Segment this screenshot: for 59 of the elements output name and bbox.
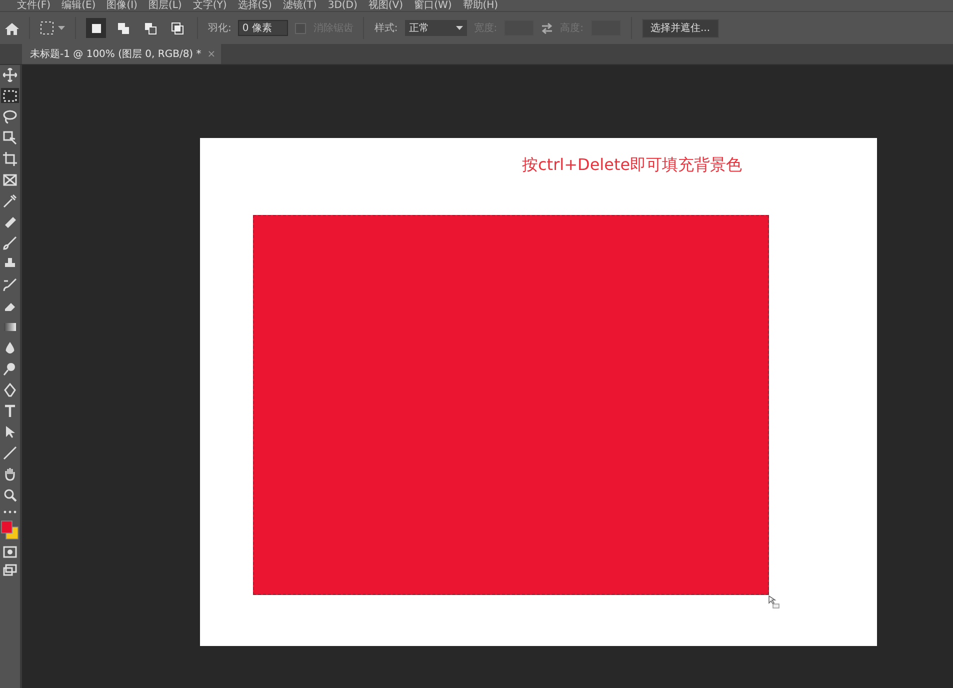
tool-button[interactable] (1, 130, 19, 145)
hand-icon (3, 466, 17, 480)
drop-icon (3, 340, 17, 354)
screen-mode-icon[interactable] (3, 564, 17, 576)
canvas-annotation: 按ctrl+Delete即可填充背景色 (522, 155, 742, 176)
tool-button[interactable] (1, 235, 19, 250)
line-icon (3, 446, 17, 460)
cursor-icon (768, 595, 780, 609)
feather-label: 羽化: (208, 22, 232, 35)
selection-mode-icon (170, 20, 184, 36)
marquee-icon (3, 88, 17, 102)
swap-arrows-icon[interactable] (541, 22, 554, 34)
menu-item[interactable]: 选择(S) (238, 0, 272, 11)
foreground-color-swatch[interactable] (1, 520, 12, 534)
style-label: 样式: (374, 22, 398, 35)
document-title: 未标题-1 @ 100% (图层 0, RGB/8) * (30, 48, 202, 61)
menu-item[interactable]: 图像(I) (106, 0, 138, 11)
home-icon[interactable] (5, 22, 19, 34)
tool-button[interactable] (1, 109, 19, 124)
caret-icon (456, 26, 463, 30)
menu-item[interactable]: 滤镜(T) (282, 0, 317, 11)
more-dots-icon[interactable] (3, 510, 17, 514)
tool-button[interactable] (1, 151, 19, 166)
quick-mask-icon[interactable] (3, 546, 17, 558)
quick-select-icon (3, 130, 17, 144)
feather-field[interactable]: 0 像素 (238, 20, 288, 36)
type-icon (3, 404, 17, 418)
style-dropdown[interactable]: 正常 (404, 20, 467, 36)
tool-button[interactable] (1, 88, 19, 103)
history-brush-icon (3, 278, 17, 292)
pen-icon (3, 382, 17, 396)
tool-button[interactable] (1, 67, 19, 82)
menu-item[interactable]: 3D(D) (328, 0, 358, 11)
selection-mode-button[interactable] (86, 18, 106, 38)
tool-button[interactable] (1, 445, 19, 460)
lasso-icon (3, 110, 17, 124)
background-color-swatch[interactable] (6, 526, 18, 540)
crop-icon (3, 152, 17, 166)
selection-mode-icon (116, 20, 130, 36)
marquee-icon[interactable] (40, 21, 54, 35)
menu-item[interactable]: 编辑(E) (62, 0, 96, 11)
menu-item[interactable]: 图层(L) (148, 0, 182, 11)
select-and-mask-button[interactable]: 选择并遮住... (642, 18, 720, 38)
brush-icon (3, 236, 17, 250)
eyedropper-icon (3, 194, 17, 208)
tool-button[interactable] (1, 277, 19, 292)
move-icon (3, 68, 17, 82)
tool-button[interactable] (1, 193, 19, 208)
selection-mode-icon (142, 20, 158, 36)
document-tab[interactable]: 未标题-1 @ 100% (图层 0, RGB/8) * × (22, 44, 221, 64)
tool-button[interactable] (1, 172, 19, 187)
pointer-icon (3, 424, 17, 438)
caret-icon[interactable] (58, 26, 65, 30)
frame-icon (3, 172, 17, 186)
tool-button[interactable] (1, 382, 19, 397)
menu-item[interactable]: 视图(V) (368, 0, 404, 11)
close-icon[interactable]: × (207, 48, 216, 60)
zoom-icon (3, 488, 17, 502)
menu-item[interactable]: 帮助(H) (462, 0, 498, 11)
